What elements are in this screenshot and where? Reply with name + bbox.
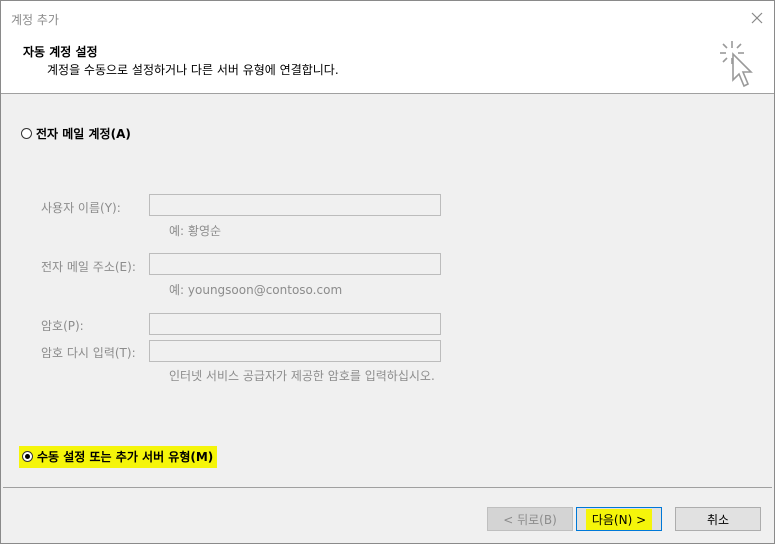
email-field[interactable] bbox=[149, 253, 441, 275]
manual-setup-label: 수동 설정 또는 추가 서버 유형(M) bbox=[37, 450, 214, 464]
retype-password-label: 암호 다시 입력(T): bbox=[41, 346, 136, 360]
user-name-field[interactable] bbox=[149, 194, 441, 216]
window-title: 계정 추가 bbox=[11, 13, 59, 27]
manual-setup-radio[interactable] bbox=[22, 451, 33, 462]
back-button[interactable]: < 뒤로(B) bbox=[487, 507, 573, 531]
manual-setup-highlight: 수동 설정 또는 추가 서버 유형(M) bbox=[19, 446, 218, 468]
header-subtitle: 계정을 수동으로 설정하거나 다른 서버 유형에 연결합니다. bbox=[47, 63, 339, 77]
next-button[interactable]: 다음(N) > bbox=[576, 507, 662, 531]
manual-setup-option[interactable]: 수동 설정 또는 추가 서버 유형(M) bbox=[19, 446, 218, 468]
dialog-header: 자동 계정 설정 계정을 수동으로 설정하거나 다른 서버 유형에 연결합니다. bbox=[1, 33, 774, 94]
user-name-label: 사용자 이름(Y): bbox=[41, 201, 121, 215]
add-account-dialog: 계정 추가 자동 계정 설정 계정을 수동으로 설정하거나 다른 서버 유형에 … bbox=[0, 0, 775, 544]
email-hint: 예: youngsoon@contoso.com bbox=[169, 283, 343, 297]
next-button-label: 다음(N) > bbox=[585, 508, 653, 530]
user-name-hint: 예: 황영순 bbox=[169, 224, 222, 238]
retype-password-field[interactable] bbox=[149, 340, 441, 362]
email-account-label: 전자 메일 계정(A) bbox=[36, 127, 131, 141]
close-icon bbox=[751, 12, 763, 24]
cancel-button[interactable]: 취소 bbox=[675, 507, 761, 531]
cursor-click-icon bbox=[720, 41, 753, 88]
title-bar: 계정 추가 bbox=[1, 1, 774, 33]
email-account-option[interactable]: 전자 메일 계정(A) bbox=[21, 125, 131, 142]
footer-separator bbox=[3, 487, 772, 488]
email-label: 전자 메일 주소(E): bbox=[41, 260, 136, 274]
password-hint: 인터넷 서비스 공급자가 제공한 암호를 입력하십시오. bbox=[169, 369, 435, 383]
email-account-radio[interactable] bbox=[21, 128, 32, 139]
close-button[interactable] bbox=[746, 7, 768, 29]
password-field[interactable] bbox=[149, 313, 441, 335]
header-title: 자동 계정 설정 bbox=[23, 45, 98, 59]
password-label: 암호(P): bbox=[41, 319, 84, 333]
